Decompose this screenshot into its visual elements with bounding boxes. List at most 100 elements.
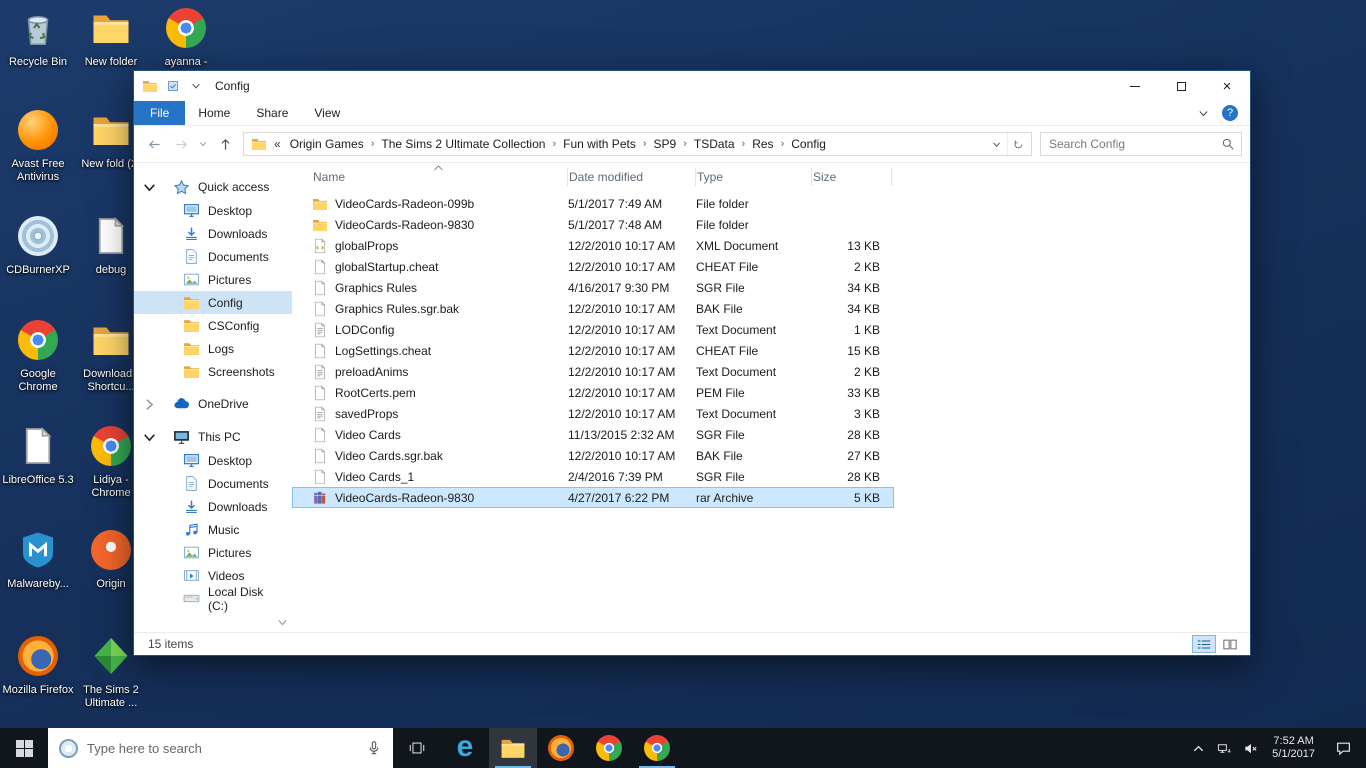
column-header-size[interactable]: Size (812, 163, 892, 191)
sidebar-item-downloads[interactable]: Downloads (134, 495, 292, 518)
sidebar-item-logs[interactable]: Logs (134, 337, 292, 360)
desktop-icon-avast-free-antivirus[interactable]: Avast Free Antivirus (1, 108, 75, 184)
breadcrumb-segment[interactable]: Origin Games (285, 137, 369, 151)
sidebar-item-music[interactable]: Music (134, 518, 292, 541)
taskbar-search-input[interactable] (87, 741, 357, 756)
chevron-icon[interactable] (141, 396, 158, 413)
forward-icon[interactable] (169, 132, 193, 156)
microphone-icon[interactable] (366, 740, 382, 756)
breadcrumb-separator-icon[interactable]: › (641, 138, 649, 150)
sidebar-item-quick-access[interactable]: Quick access (134, 175, 292, 199)
details-view-button[interactable] (1192, 635, 1216, 653)
file-row[interactable]: Graphics Rules.sgr.bak12/2/2010 10:17 AM… (292, 298, 894, 319)
action-center-icon[interactable] (1324, 728, 1362, 768)
sidebar-item-local-disk-c-[interactable]: Local Disk (C:) (134, 587, 292, 610)
sidebar-item-this-pc[interactable]: This PC (134, 425, 292, 449)
breadcrumb-segment[interactable]: TSData (689, 137, 740, 151)
recent-locations-icon[interactable] (196, 132, 210, 156)
sidebar-item-pictures[interactable]: Pictures (134, 268, 292, 291)
minimize-button[interactable] (1112, 71, 1158, 101)
breadcrumb-segment[interactable]: Res (747, 137, 778, 151)
ribbon-tab-home[interactable]: Home (185, 101, 243, 125)
breadcrumb-separator-icon[interactable]: › (779, 138, 787, 150)
up-icon[interactable] (213, 132, 237, 156)
ribbon-tab-share[interactable]: Share (243, 101, 301, 125)
breadcrumb-segment[interactable]: Fun with Pets (558, 137, 641, 151)
column-header-name[interactable]: Name (312, 163, 568, 191)
column-header-date-modified[interactable]: Date modified (568, 163, 696, 191)
ribbon-tab-file[interactable]: File (134, 101, 185, 125)
breadcrumb-separator-icon[interactable]: › (369, 138, 377, 150)
sidebar-item-desktop[interactable]: Desktop (134, 449, 292, 472)
help-icon[interactable]: ? (1222, 105, 1238, 121)
file-row[interactable]: globalStartup.cheat12/2/2010 10:17 AMCHE… (292, 256, 894, 277)
breadcrumb-segment[interactable]: SP9 (649, 137, 682, 151)
file-row[interactable]: globalProps12/2/2010 10:17 AMXML Documen… (292, 235, 894, 256)
tray-clock[interactable]: 7:52 AM 5/1/2017 (1263, 735, 1324, 761)
sidebar-item-onedrive[interactable]: OneDrive (134, 392, 292, 416)
volume-icon[interactable] (1237, 728, 1263, 768)
sidebar-item-documents[interactable]: Documents (134, 472, 292, 495)
maximize-button[interactable] (1158, 71, 1204, 101)
file-row[interactable]: LogSettings.cheat12/2/2010 10:17 AMCHEAT… (292, 340, 894, 361)
taskbar-search[interactable] (48, 728, 393, 768)
sidebar-item-csconfig[interactable]: CSConfig (134, 314, 292, 337)
breadcrumb-overflow-icon[interactable]: « (270, 137, 285, 151)
desktop-icon-malwareby[interactable]: Malwareby... (1, 528, 75, 591)
sidebar-item-pictures[interactable]: Pictures (134, 541, 292, 564)
taskbar-app-firefox[interactable] (537, 728, 585, 768)
breadcrumb-separator-icon[interactable]: › (681, 138, 689, 150)
breadcrumb-segment[interactable]: Config (786, 137, 831, 151)
file-row[interactable]: VideoCards-Radeon-98304/27/2017 6:22 PMr… (292, 487, 894, 508)
sidebar-item-screenshots[interactable]: Screenshots (134, 360, 292, 383)
desktop-icon-libreoffice-5-3[interactable]: LibreOffice 5.3 (1, 424, 75, 487)
file-row[interactable]: RootCerts.pem12/2/2010 10:17 AMPEM File3… (292, 382, 894, 403)
file-row[interactable]: Video Cards.sgr.bak12/2/2010 10:17 AMBAK… (292, 445, 894, 466)
file-row[interactable]: Video Cards11/13/2015 2:32 AMSGR File28 … (292, 424, 894, 445)
desktop-icon-cdburnerxp[interactable]: CDBurnerXP (1, 214, 75, 277)
taskbar-app-chrome-2[interactable] (633, 728, 681, 768)
column-header-type[interactable]: Type (696, 163, 812, 191)
start-button[interactable] (0, 728, 48, 768)
tray-chevron-up-icon[interactable] (1185, 728, 1211, 768)
file-row[interactable]: Graphics Rules4/16/2017 9:30 PMSGR File3… (292, 277, 894, 298)
chevron-icon[interactable] (141, 429, 158, 446)
qat-chevron-down-icon[interactable] (188, 78, 204, 94)
task-view-button[interactable] (393, 728, 441, 768)
desktop-icon-ayanna[interactable]: ayanna - (149, 6, 223, 69)
network-icon[interactable] (1211, 728, 1237, 768)
breadcrumb-segment[interactable]: The Sims 2 Ultimate Collection (376, 137, 550, 151)
chevron-icon[interactable] (141, 179, 158, 196)
sidebar-item-downloads[interactable]: Downloads (134, 222, 292, 245)
address-bar[interactable]: « Origin Games›The Sims 2 Ultimate Colle… (243, 132, 1032, 156)
desktop-icon-recycle-bin[interactable]: Recycle Bin (1, 6, 75, 69)
search-icon[interactable] (1215, 137, 1241, 151)
file-row[interactable]: Video Cards_12/4/2016 7:39 PMSGR File28 … (292, 466, 894, 487)
sidebar-scroll-down-icon[interactable] (276, 616, 289, 629)
file-row[interactable]: LODConfig12/2/2010 10:17 AMText Document… (292, 319, 894, 340)
ribbon-expand-icon[interactable] (1197, 107, 1210, 120)
close-button[interactable]: × (1204, 71, 1250, 101)
sidebar-item-desktop[interactable]: Desktop (134, 199, 292, 222)
sidebar-item-config[interactable]: Config (134, 291, 292, 314)
taskbar-app-chrome[interactable] (585, 728, 633, 768)
file-row[interactable]: preloadAnims12/2/2010 10:17 AMText Docum… (292, 361, 894, 382)
desktop-icon-mozilla-firefox[interactable]: Mozilla Firefox (1, 634, 75, 697)
sidebar-item-documents[interactable]: Documents (134, 245, 292, 268)
file-row[interactable]: VideoCards-Radeon-099b5/1/2017 7:49 AMFi… (292, 193, 894, 214)
desktop-icon-google-chrome[interactable]: Google Chrome (1, 318, 75, 394)
taskbar-app-file-explorer[interactable] (489, 728, 537, 768)
large-icons-view-button[interactable] (1218, 635, 1242, 653)
breadcrumb-separator-icon[interactable]: › (740, 138, 748, 150)
address-dropdown-icon[interactable] (985, 133, 1007, 155)
breadcrumb-separator-icon[interactable]: › (550, 138, 558, 150)
taskbar-app-edge[interactable] (441, 728, 489, 768)
desktop-icon-new-folder[interactable]: New folder (74, 6, 148, 69)
refresh-icon[interactable] (1007, 133, 1029, 155)
search-input[interactable] (1041, 137, 1215, 151)
file-row[interactable]: savedProps12/2/2010 10:17 AMText Documen… (292, 403, 894, 424)
file-row[interactable]: VideoCards-Radeon-98305/1/2017 7:48 AMFi… (292, 214, 894, 235)
quick-access-toolbar-icon[interactable] (165, 78, 181, 94)
ribbon-tab-view[interactable]: View (301, 101, 353, 125)
back-icon[interactable] (142, 132, 166, 156)
